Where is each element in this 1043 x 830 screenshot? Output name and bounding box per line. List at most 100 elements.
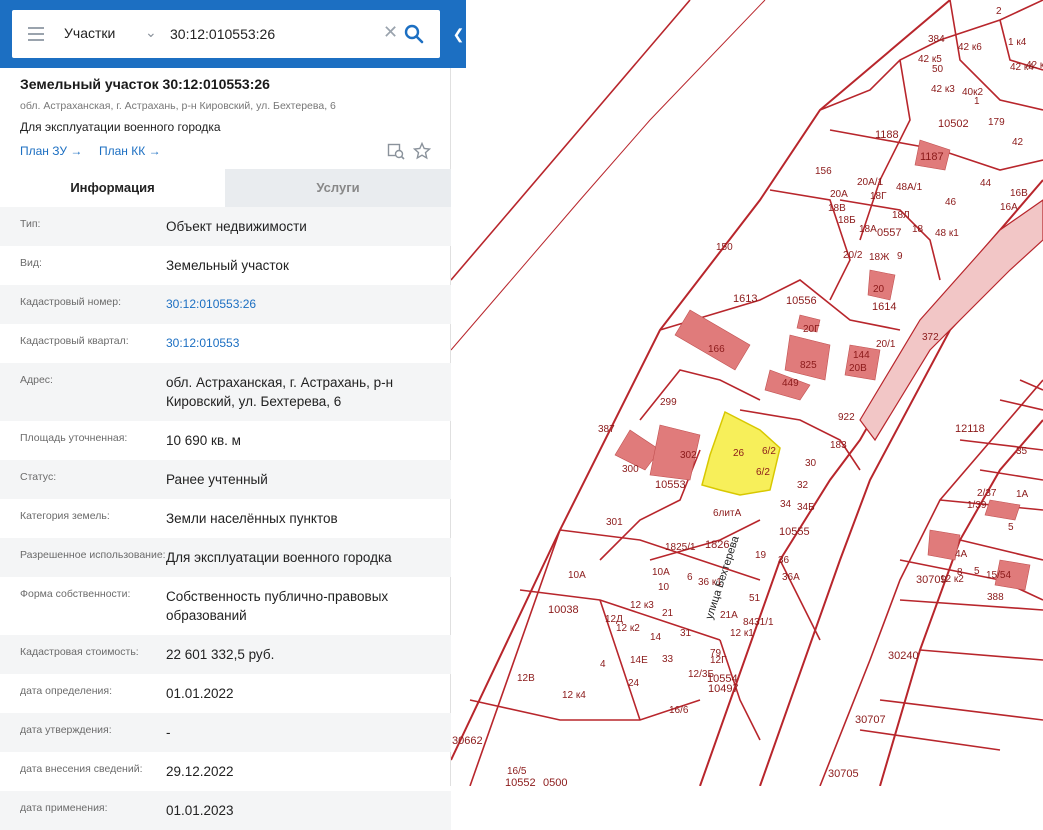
- map-label: 26: [733, 448, 745, 459]
- row-label: Разрешенное использование:: [20, 549, 166, 561]
- map-label: 0557: [877, 227, 901, 239]
- table-row: дата утверждения: -: [0, 713, 451, 752]
- map-label: 1614: [872, 301, 896, 313]
- map-label: 18Г: [870, 191, 887, 202]
- row-label: Вид:: [20, 257, 42, 269]
- table-row: Тип: Объект недвижимости: [0, 207, 451, 246]
- map-label: 30705: [828, 768, 859, 780]
- row-value: Земельный участок: [166, 258, 289, 273]
- map-label: 150: [716, 242, 733, 253]
- table-row: Площадь уточненная: 10 690 кв. м: [0, 421, 451, 460]
- map-label: 10555: [779, 526, 810, 538]
- map-label: 10552: [505, 777, 536, 786]
- map-label: 183: [830, 440, 847, 451]
- object-use: Для эксплуатации военного городка: [20, 120, 221, 134]
- map-label: 10038: [548, 604, 579, 616]
- row-value: Ранее учтенный: [166, 472, 268, 487]
- map-label: 44: [980, 178, 992, 189]
- row-label: дата применения:: [20, 802, 108, 814]
- map-label: 16/6: [669, 705, 689, 716]
- tab-services[interactable]: Услуги: [225, 169, 451, 207]
- table-row: дата применения: 01.01.2023: [0, 791, 451, 830]
- row-label: дата утверждения:: [20, 724, 112, 736]
- map-label: 5: [974, 566, 980, 577]
- row-value: обл. Астраханская, г. Астрахань, р-н Кир…: [166, 375, 394, 409]
- map-label: 1613: [733, 293, 757, 305]
- map-label: 6/2: [762, 446, 776, 457]
- map-label: 18Б: [838, 215, 856, 226]
- table-row: Кадастровый номер: 30:12:010553:26: [0, 285, 451, 324]
- layer-select[interactable]: Участки: [64, 25, 115, 41]
- row-value: 01.01.2022: [166, 686, 234, 701]
- map-label: 449: [782, 378, 799, 389]
- row-label: Кадастровая стоимость:: [20, 646, 139, 658]
- star-icon[interactable]: [413, 142, 431, 160]
- row-label: Форма собственности:: [20, 588, 131, 600]
- map-label: 1825/1: [665, 542, 696, 553]
- map-label: 21А: [720, 610, 738, 621]
- map-label: 10556: [786, 295, 817, 307]
- map-label: 24: [628, 678, 640, 689]
- map-label: 20А/1: [857, 177, 884, 188]
- plan-zu-link[interactable]: План ЗУ →: [20, 144, 82, 158]
- map-label: 1187: [920, 151, 944, 163]
- row-value: Собственность публично-правовых образова…: [166, 589, 389, 623]
- table-row: дата внесения сведений: 29.12.2022: [0, 752, 451, 791]
- map-label: 12118: [955, 423, 985, 435]
- attribute-table: Тип: Объект недвижимости Вид: Земельный уча…: [0, 207, 451, 830]
- map-label: 12/3Б: [688, 669, 714, 680]
- map-label: 6литА: [713, 508, 742, 519]
- row-value: 10 690 кв. м: [166, 433, 241, 448]
- map-label: 4: [600, 659, 606, 670]
- map-label: 144: [853, 350, 870, 361]
- map-label: 33: [662, 654, 674, 665]
- plan-kk-link[interactable]: План КК →: [99, 144, 161, 158]
- map-label: 299: [660, 397, 677, 408]
- collapse-panel-icon[interactable]: ❮: [451, 22, 466, 46]
- search-input[interactable]: [170, 22, 380, 46]
- tab-information[interactable]: Информация: [0, 169, 225, 207]
- map-label: 825: [800, 360, 817, 371]
- map-label: 301: [606, 517, 623, 528]
- row-value: 22 601 332,5 руб.: [166, 647, 275, 662]
- map-label: 388: [987, 592, 1004, 603]
- map-label: 12 к2: [616, 623, 640, 634]
- map-label: 36А: [782, 572, 800, 583]
- map-label: 20А: [830, 189, 848, 200]
- table-row: Категория земель: Земли населённых пункто…: [0, 499, 451, 538]
- search-icon[interactable]: [404, 24, 424, 44]
- map-label: 30662: [452, 735, 483, 747]
- map-label: 12 к4: [562, 690, 586, 701]
- map-label: 48 к1: [935, 228, 959, 239]
- map-label: 46: [945, 197, 957, 208]
- menu-icon[interactable]: [28, 27, 44, 41]
- row-value: Для эксплуатации военного городка: [166, 550, 392, 565]
- table-row: Вид: Земельный участок: [0, 246, 451, 285]
- map-label: 16В: [1010, 188, 1028, 199]
- map-label: 20В: [849, 363, 867, 374]
- row-value[interactable]: 30:12:010553: [166, 334, 441, 353]
- chevron-down-icon[interactable]: ⌄: [145, 24, 157, 41]
- row-label: Категория земель:: [20, 510, 110, 522]
- map-label: 50: [932, 64, 944, 75]
- map-label: 18Л: [892, 210, 910, 221]
- row-value[interactable]: 30:12:010553:26: [166, 295, 441, 314]
- row-value: -: [166, 725, 171, 740]
- map-label: 16А: [1000, 202, 1018, 213]
- row-label: Кадастровый квартал:: [20, 335, 129, 347]
- map-label: 1: [974, 96, 980, 107]
- map-label: 10502: [938, 118, 969, 130]
- map-label: 387: [598, 424, 615, 435]
- map-label: 156: [815, 166, 832, 177]
- clear-icon[interactable]: ✕: [383, 22, 398, 43]
- map-label: 16/5: [507, 766, 527, 777]
- map-label: 372: [922, 332, 939, 343]
- locate-on-map-icon[interactable]: [387, 142, 405, 160]
- map-label: 40к2: [962, 87, 983, 98]
- map-label: 20/2: [843, 250, 863, 261]
- map-label: 14Е: [630, 655, 648, 666]
- table-row: Адрес: обл. Астраханская, г. Астрахань, р…: [0, 363, 451, 421]
- row-value: Земли населённых пунктов: [166, 511, 338, 526]
- map-label: 18В: [828, 203, 846, 214]
- map-label: 18Ж: [869, 252, 890, 263]
